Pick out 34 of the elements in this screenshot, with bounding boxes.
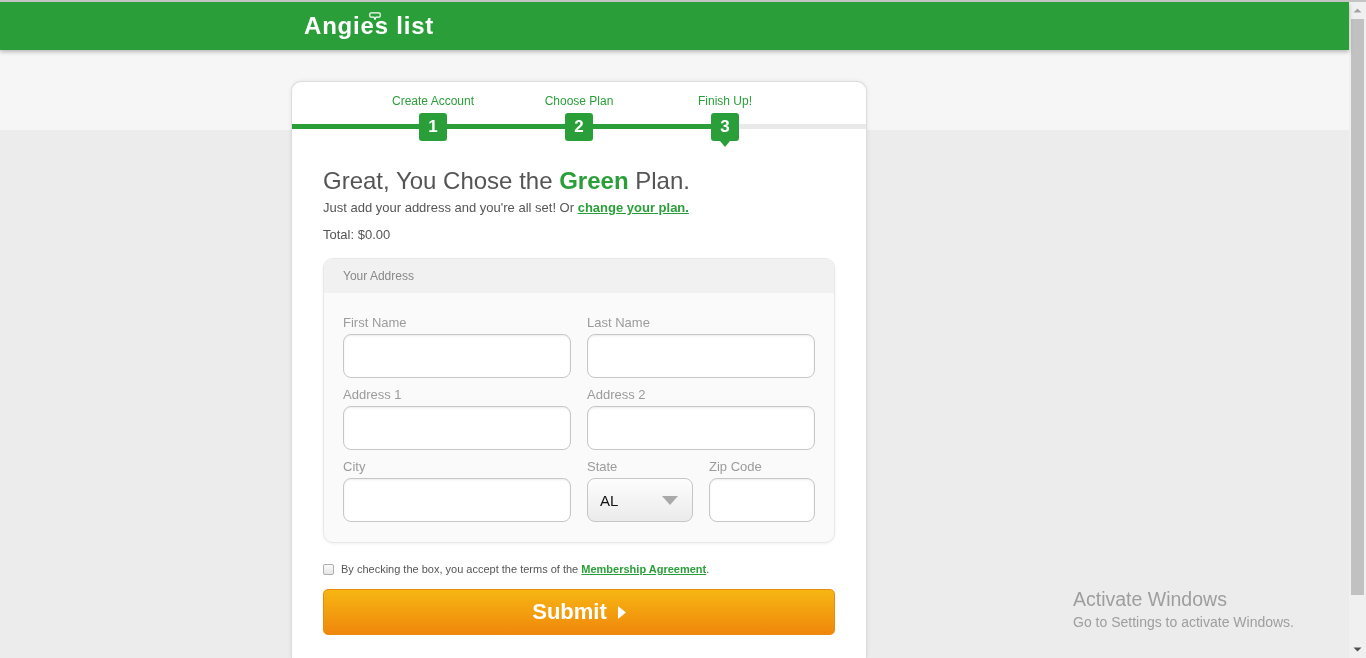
input-field[interactable] <box>343 334 571 378</box>
field-label: Zip Code <box>709 459 763 475</box>
step-number-badge: 3 <box>711 113 739 141</box>
caret-icon <box>662 495 678 505</box>
total-text: Total: $0.00 <box>323 226 392 244</box>
field-label: Last Name <box>587 315 651 331</box>
input-field[interactable] <box>343 478 571 522</box>
field-label: Address 2 <box>587 387 647 403</box>
change-plan-link[interactable]: change your plan. <box>577 200 689 215</box>
page-heading: Great, You Chose the Green Plan. <box>323 166 691 196</box>
intro-text: Just add your address and you're all set! Or change your plan. <box>323 199 690 217</box>
logo-text[interactable]: Angies list <box>304 12 435 40</box>
input-field[interactable] <box>587 406 815 450</box>
agreement-text: By checking the box, you accept the terms of the Membership Agreement. <box>341 562 710 576</box>
step-label: Choose Plan <box>544 94 614 108</box>
step-number-badge: 2 <box>565 113 593 141</box>
panel-header: Your Address <box>324 259 834 293</box>
caret-right-icon <box>617 605 626 619</box>
input-field[interactable] <box>587 334 815 378</box>
field-label: First Name <box>343 315 408 331</box>
input-field[interactable] <box>709 478 815 522</box>
field-label: Address 1 <box>343 387 403 403</box>
field-label: State <box>587 459 619 475</box>
step-label: Create Account <box>391 94 475 108</box>
activation-subtitle: Go to Settings to activate Windows. <box>1073 613 1294 632</box>
checkbox[interactable] <box>323 563 334 575</box>
submit-button[interactable]: Submit <box>323 589 835 635</box>
activation-title: Activate Windows <box>1073 587 1228 611</box>
step-label: Finish Up! <box>698 94 752 108</box>
step-number-badge: 1 <box>419 113 447 141</box>
select-field[interactable]: AL <box>587 478 693 522</box>
input-field[interactable] <box>343 406 571 450</box>
field-label: City <box>343 459 367 475</box>
scrollbar-thumb[interactable] <box>1351 19 1364 595</box>
